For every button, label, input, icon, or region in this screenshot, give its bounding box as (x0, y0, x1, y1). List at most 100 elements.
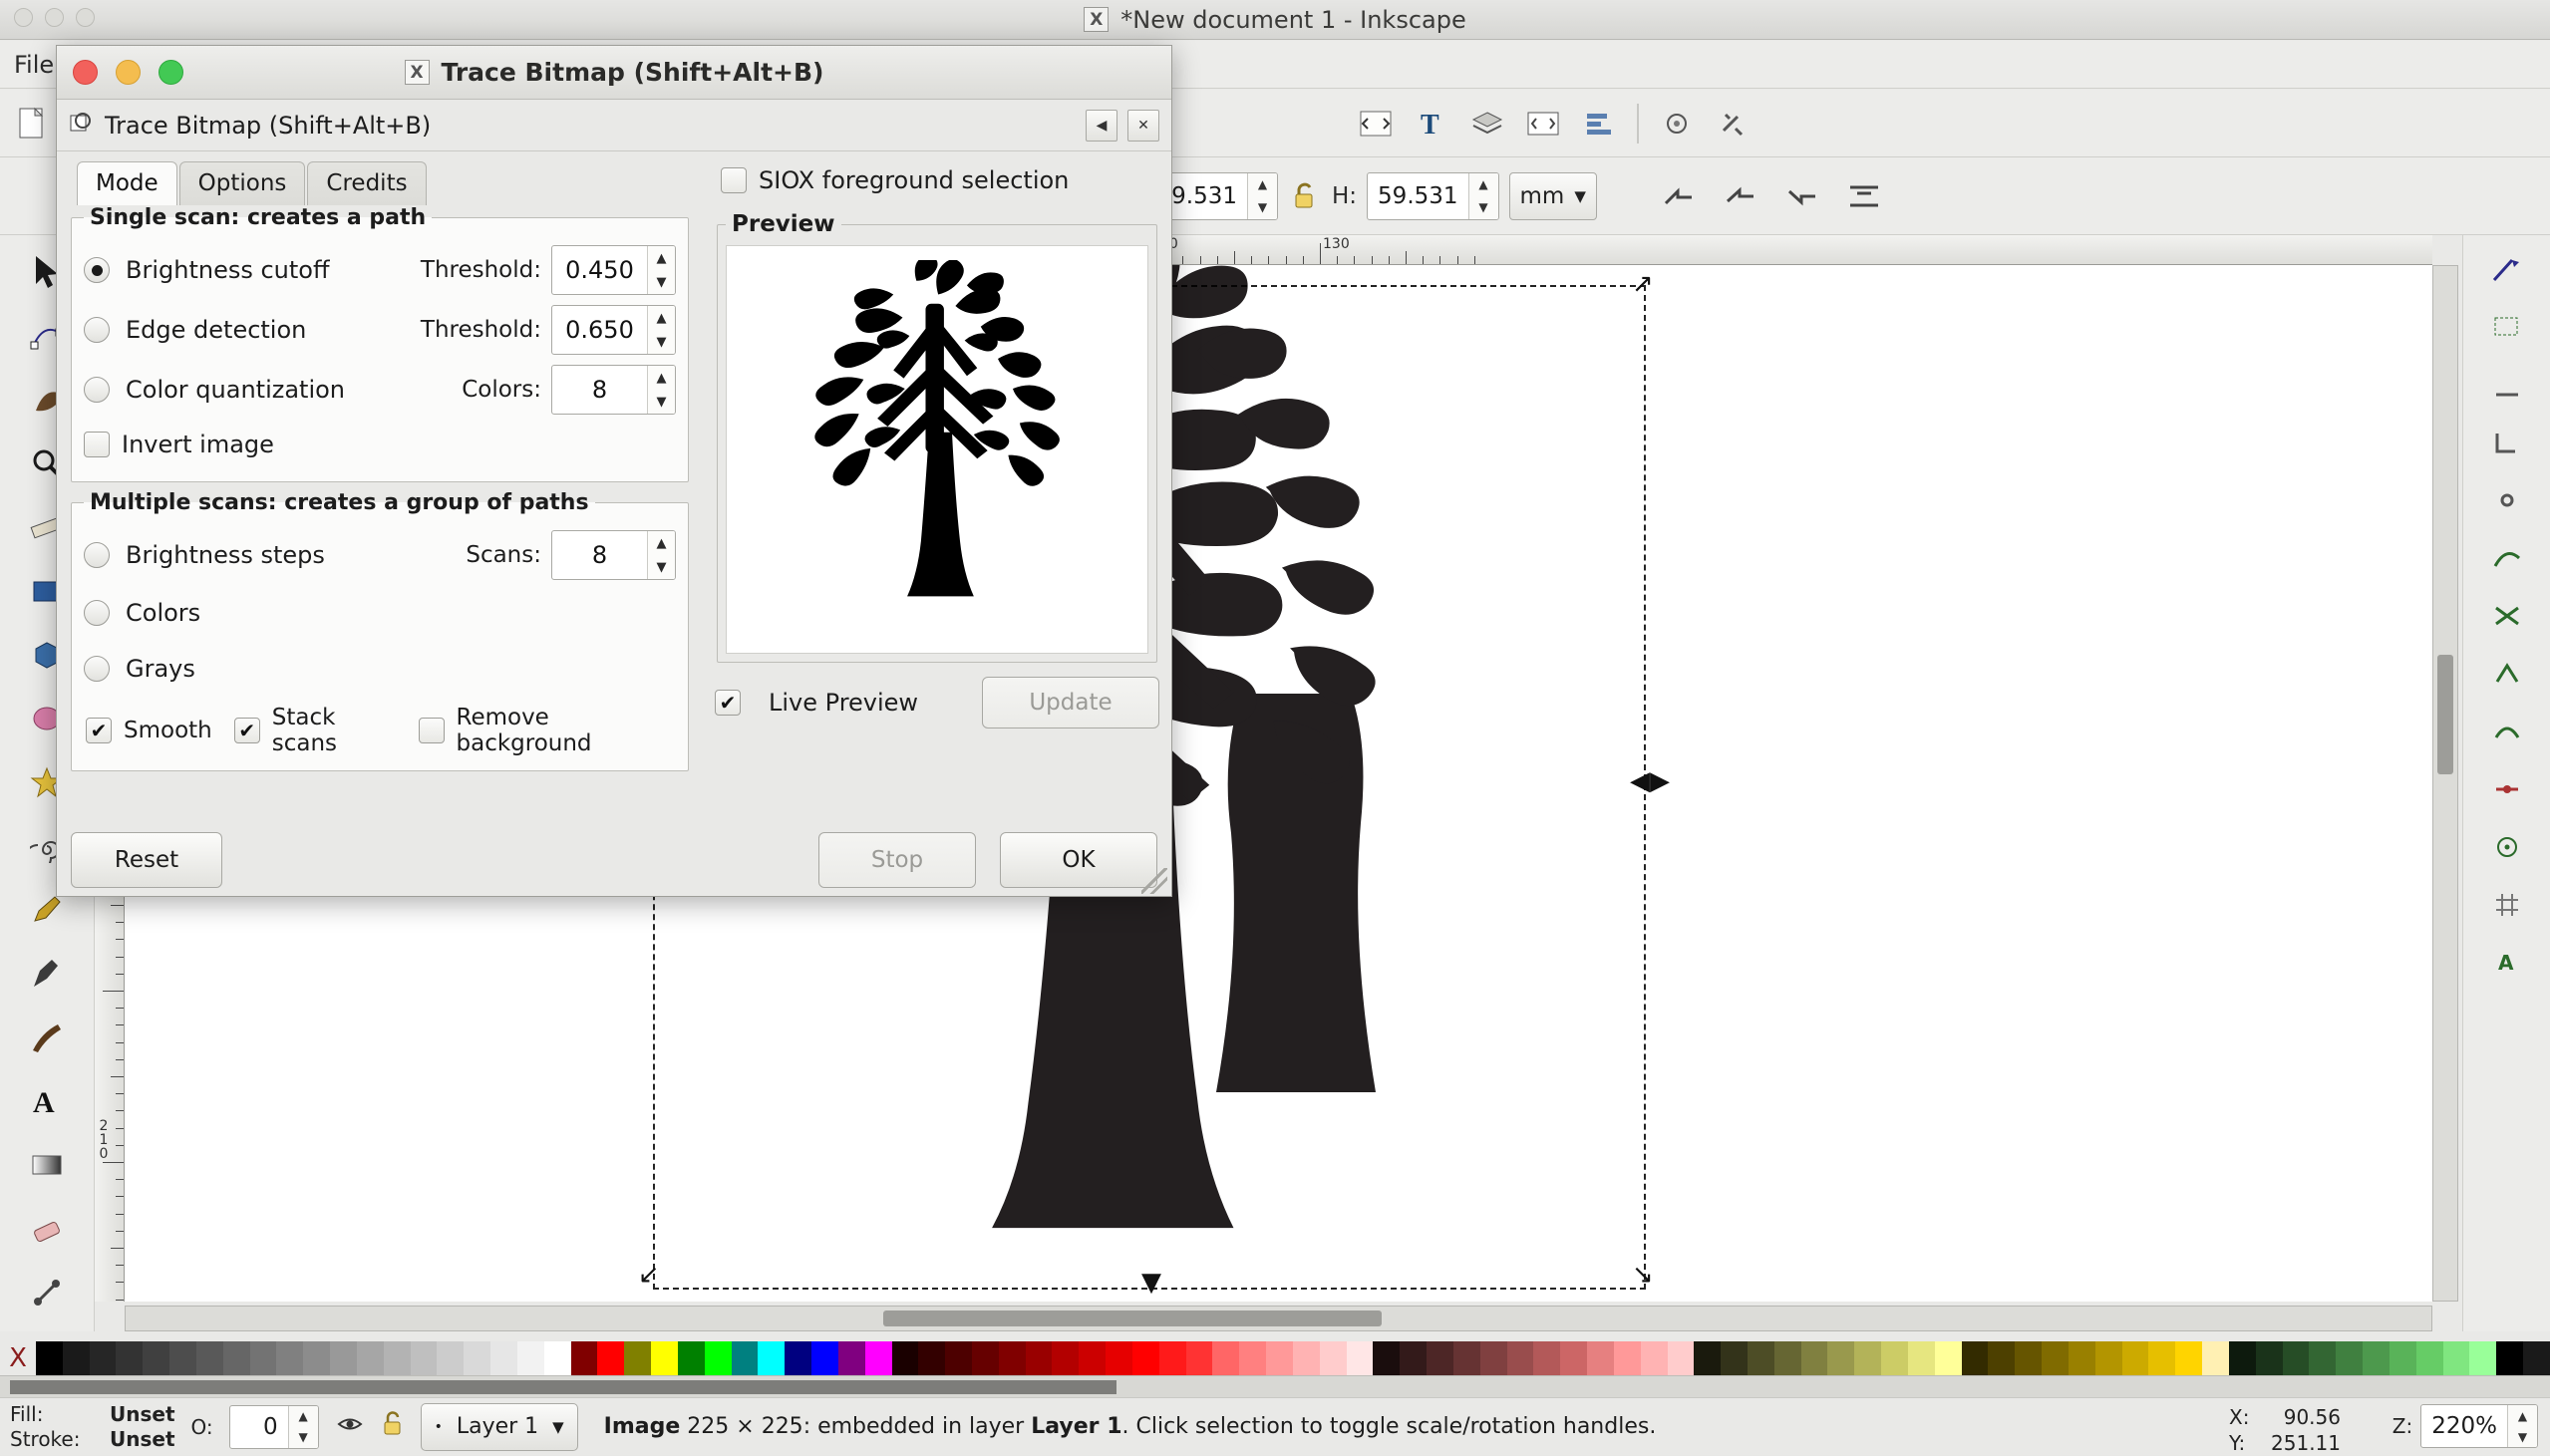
palette-swatch[interactable] (1131, 1341, 1159, 1375)
zoom-field[interactable]: 220% ▲ ▼ (2420, 1404, 2538, 1448)
palette-swatch[interactable] (2442, 1341, 2470, 1375)
palette-swatch[interactable] (1266, 1341, 1293, 1375)
edge-threshold-field[interactable]: 0.650 ▲ ▼ (551, 305, 676, 355)
palette-swatch[interactable] (1667, 1341, 1695, 1375)
palette-swatch[interactable] (1212, 1341, 1240, 1375)
edge-detection-row[interactable]: Edge detection Threshold: 0.650 ▲ ▼ (84, 300, 676, 360)
unit-select[interactable]: mm ▼ (1508, 171, 1597, 220)
palette-swatch[interactable] (2523, 1341, 2550, 1375)
palette-swatch[interactable] (169, 1341, 196, 1375)
calligraphy-tool-icon[interactable] (14, 1007, 80, 1068)
palette-swatch[interactable] (2496, 1341, 2524, 1375)
palette-swatch[interactable] (624, 1341, 652, 1375)
palette-swatch[interactable] (89, 1341, 117, 1375)
palette-swatch[interactable] (410, 1341, 438, 1375)
dialog-maximize-button[interactable] (159, 60, 183, 85)
checkbox-remove-background[interactable] (418, 718, 445, 743)
snap-text-baseline-icon[interactable]: A (2479, 941, 2535, 985)
palette-swatch[interactable] (1106, 1341, 1132, 1375)
radio-brightness-steps[interactable] (84, 542, 110, 568)
palette-swatch[interactable] (543, 1341, 571, 1375)
palette-swatch[interactable] (1346, 1341, 1374, 1375)
dialog-close-panel-button[interactable]: ✕ (1127, 109, 1159, 142)
layer-lock-icon[interactable] (381, 1410, 405, 1444)
dialog-minimize-button[interactable] (116, 60, 141, 85)
palette-swatch[interactable] (1400, 1341, 1428, 1375)
zoom-control[interactable]: Z: 220% ▲ ▼ (2392, 1404, 2538, 1448)
palette-swatch[interactable] (2042, 1341, 2069, 1375)
scan-options-checkboxes[interactable]: ✔ Smooth ✔ Stack scans Remove background (84, 699, 676, 758)
palette-swatch[interactable] (2228, 1341, 2256, 1375)
radio-grays[interactable] (84, 656, 110, 682)
smooth-checkbox-row[interactable]: ✔ Smooth (86, 718, 212, 743)
palette-swatch[interactable] (918, 1341, 946, 1375)
vertical-scrollbar[interactable] (2432, 265, 2458, 1302)
brightness-steps-row[interactable]: Brightness steps Scans: 8 ▲ ▼ (84, 525, 676, 585)
brightness-threshold-field[interactable]: 0.450 ▲ ▼ (551, 245, 676, 295)
snap-cusp-node-icon[interactable] (2479, 652, 2535, 696)
palette-swatch[interactable] (811, 1341, 838, 1375)
radio-colors-multiscan[interactable] (84, 600, 110, 626)
palette-swatch[interactable] (1052, 1341, 1080, 1375)
window-close-button[interactable] (14, 8, 33, 27)
lower-to-bottom-icon[interactable] (1838, 170, 1890, 222)
palette-swatch[interactable] (2121, 1341, 2149, 1375)
palette-swatch[interactable] (116, 1341, 144, 1375)
scans-field[interactable]: 8 ▲ ▼ (551, 530, 676, 580)
palette-swatch[interactable] (1506, 1341, 1534, 1375)
xml-editor-icon[interactable] (1350, 98, 1402, 149)
height-field[interactable]: 59.531 ▲ ▼ (1367, 171, 1499, 220)
palette-swatch[interactable] (2282, 1341, 2310, 1375)
palette-swatch[interactable] (516, 1341, 544, 1375)
brightness-cutoff-row[interactable]: Brightness cutoff Threshold: 0.450 ▲ ▼ (84, 240, 676, 300)
layer-select[interactable]: • Layer 1 ▼ (420, 1402, 578, 1451)
eraser-tool-icon[interactable] (14, 1198, 80, 1260)
snap-grid-icon[interactable] (2479, 883, 2535, 927)
palette-swatch[interactable] (2175, 1341, 2203, 1375)
snap-node-icon[interactable] (2479, 478, 2535, 522)
palette-swatch[interactable] (1533, 1341, 1561, 1375)
dialog-titlebar[interactable]: X Trace Bitmap (Shift+Alt+B) (57, 46, 1171, 100)
palette-swatch[interactable] (651, 1341, 678, 1375)
reset-button[interactable]: Reset (71, 832, 222, 888)
palette-scrollbar-thumb[interactable] (10, 1380, 1116, 1394)
palette-swatch[interactable] (383, 1341, 411, 1375)
dialog-collapse-button[interactable]: ◀ (1086, 109, 1117, 142)
palette-swatch[interactable] (758, 1341, 786, 1375)
palette-swatch[interactable] (330, 1341, 357, 1375)
zoom-stepper[interactable]: ▲ ▼ (2507, 1405, 2537, 1447)
xml-node-icon[interactable] (1517, 98, 1569, 149)
palette-swatch[interactable] (1613, 1341, 1641, 1375)
palette-swatch[interactable] (464, 1341, 491, 1375)
raise-to-top-icon[interactable] (1653, 170, 1705, 222)
dialog-resize-grip[interactable] (1141, 868, 1167, 894)
palette-swatch[interactable] (998, 1341, 1026, 1375)
width-field[interactable]: 9.531 ▲ ▼ (1156, 171, 1278, 220)
preferences-icon[interactable] (1707, 98, 1758, 149)
scans-stepper[interactable]: ▲ ▼ (647, 531, 675, 579)
palette-swatch[interactable] (731, 1341, 759, 1375)
palette-swatch[interactable] (1292, 1341, 1320, 1375)
palette-swatch[interactable] (1640, 1341, 1668, 1375)
snap-center-icon[interactable] (2479, 825, 2535, 869)
invert-image-row[interactable]: Invert image (84, 420, 676, 469)
opacity-stepper[interactable]: ▲ ▼ (287, 1405, 318, 1448)
no-color-swatch[interactable]: X (0, 1341, 36, 1375)
dialog-footer[interactable]: Reset Stop OK (71, 832, 1157, 888)
snap-smooth-node-icon[interactable] (2479, 710, 2535, 753)
palette-swatch[interactable] (945, 1341, 972, 1375)
palette-swatch[interactable] (249, 1341, 277, 1375)
palette-swatch[interactable] (36, 1341, 63, 1375)
stack-scans-checkbox-row[interactable]: ✔ Stack scans (233, 705, 397, 756)
palette-swatch[interactable] (1560, 1341, 1588, 1375)
snap-controls-bar[interactable]: A (2462, 235, 2550, 1331)
text-tool-icon[interactable]: T (1406, 98, 1457, 149)
window-maximize-button[interactable] (76, 8, 95, 27)
palette-swatch[interactable] (864, 1341, 892, 1375)
palette-swatch[interactable] (1827, 1341, 1855, 1375)
update-button[interactable]: Update (982, 677, 1159, 728)
palette-swatch[interactable] (677, 1341, 705, 1375)
checkbox-smooth[interactable]: ✔ (86, 718, 112, 743)
selection-handle-right[interactable]: ◀▶ (1630, 768, 1670, 794)
snap-bbox-edge-icon[interactable] (2479, 363, 2535, 407)
